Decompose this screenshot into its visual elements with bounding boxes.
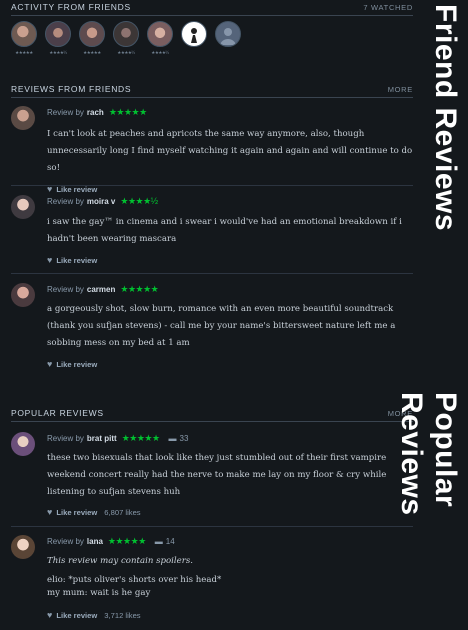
rating-stars: ★★★★½ — [151, 50, 169, 55]
friend-activity-item[interactable]: ★★★★½ — [45, 21, 71, 56]
rating-stars: ★★★★★ — [120, 283, 159, 294]
review-footer: ♥ Like review — [47, 359, 413, 369]
reviewer-name[interactable]: brat pitt — [87, 434, 117, 443]
review-by-label: Review by — [47, 196, 84, 206]
review-meta: Review by carmen ★★★★★ — [47, 283, 413, 295]
rating-stars: ★★★★½ — [120, 195, 158, 206]
rating-stars: ★★★★★ — [107, 535, 146, 546]
review-text: This review may contain spoilers. elio: … — [47, 553, 413, 600]
avatar[interactable] — [45, 21, 71, 47]
like-review-button[interactable]: Like review — [56, 256, 97, 265]
review-text: a gorgeously shot, slow burn, romance wi… — [47, 304, 396, 348]
friend-activity-item[interactable]: ★★★★½ — [147, 21, 173, 56]
comment-count[interactable]: 33 — [180, 434, 189, 443]
friend-reviews-more-link[interactable]: MORE — [388, 85, 413, 94]
review-item: Review by brat pitt ★★★★★ ▬ 33 these two… — [11, 432, 413, 527]
avatar[interactable] — [11, 535, 35, 559]
review-by-label: Review by — [47, 107, 84, 117]
review-by-label: Review by — [47, 536, 84, 546]
heart-icon[interactable]: ♥ — [47, 610, 52, 620]
reviewer-name[interactable]: moira v — [87, 197, 115, 206]
friend-activity-item[interactable] — [181, 21, 207, 56]
rating-stars: ★★★★★ — [15, 50, 33, 55]
review-item: Review by carmen ★★★★★ a gorgeously shot… — [11, 283, 413, 373]
heart-icon[interactable]: ♥ — [47, 507, 52, 517]
friend-reviews-header: REVIEWS FROM FRIENDS MORE — [11, 84, 413, 98]
comment-icon[interactable]: ▬ — [169, 434, 177, 443]
review-by-label: Review by — [47, 284, 84, 294]
like-review-button[interactable]: Like review — [56, 185, 97, 194]
popular-reviews-title: POPULAR REVIEWS — [11, 408, 104, 418]
watched-count[interactable]: 7 WATCHED — [363, 3, 413, 12]
review-line: my mum: wait is he gay — [47, 588, 151, 598]
like-count[interactable]: 3,712 likes — [104, 611, 140, 620]
avatar[interactable] — [79, 21, 105, 47]
activity-header: ACTIVITY FROM FRIENDS 7 WATCHED — [11, 2, 413, 16]
like-review-button[interactable]: Like review — [56, 611, 97, 620]
rating-stars: ★★★★½ — [117, 50, 135, 55]
review-text: i saw the gay™ in cinema and i swear i w… — [47, 217, 402, 244]
avatar[interactable] — [11, 283, 35, 307]
heart-icon[interactable]: ♥ — [47, 184, 52, 194]
popular-reviews-header: POPULAR REVIEWS MORE — [11, 408, 413, 422]
friend-activity-item[interactable]: ★★★★★ — [11, 21, 37, 56]
default-avatar-icon — [220, 28, 236, 45]
review-meta: Review by rach ★★★★★ — [47, 106, 413, 118]
review-footer: ♥ Like review — [47, 184, 413, 194]
comment-icon[interactable]: ▬ — [155, 537, 163, 546]
review-item: Review by rach ★★★★★ I can't look at pea… — [11, 106, 413, 194]
review-item: Review by moira v ★★★★½ i saw the gay™ i… — [11, 195, 413, 274]
avatar[interactable] — [11, 106, 35, 130]
review-by-label: Review by — [47, 433, 84, 443]
heart-icon[interactable]: ♥ — [47, 255, 52, 265]
reviewer-name[interactable]: rach — [87, 108, 104, 117]
spoiler-warning[interactable]: This review may contain spoilers. — [47, 553, 413, 570]
heart-icon[interactable]: ♥ — [47, 359, 52, 369]
friend-reviews-side-label: Friend Reviews — [429, 4, 462, 232]
activity-title: ACTIVITY FROM FRIENDS — [11, 2, 131, 12]
popular-reviews-side-label: Popular Reviews — [395, 392, 462, 516]
rating-stars: ★★★★★ — [83, 50, 101, 55]
avatar[interactable] — [11, 21, 37, 47]
review-footer: ♥ Like review — [47, 255, 413, 265]
like-count[interactable]: 6,807 likes — [104, 508, 140, 517]
friend-avatar-row: ★★★★★ ★★★★½ ★★★★★ ★★★★½ ★★★★½ — [11, 21, 241, 56]
review-text: these two bisexuals that look like they … — [47, 453, 387, 497]
avatar[interactable] — [215, 21, 241, 47]
avatar[interactable] — [11, 432, 35, 456]
like-review-button[interactable]: Like review — [56, 360, 97, 369]
rating-stars: ★★★★★ — [108, 106, 147, 117]
reviewer-name[interactable]: lana — [87, 537, 103, 546]
avatar[interactable] — [113, 21, 139, 47]
reviewer-name[interactable]: carmen — [87, 285, 115, 294]
friend-activity-item[interactable] — [215, 21, 241, 56]
review-meta: Review by brat pitt ★★★★★ ▬ 33 — [47, 432, 413, 444]
review-feed: ACTIVITY FROM FRIENDS 7 WATCHED ★★★★★ ★★… — [0, 0, 420, 630]
review-footer: ♥ Like review 6,807 likes — [47, 507, 413, 517]
friend-reviews-title: REVIEWS FROM FRIENDS — [11, 84, 132, 94]
rating-stars: ★★★★½ — [49, 50, 67, 55]
like-review-button[interactable]: Like review — [56, 508, 97, 517]
friend-activity-item[interactable]: ★★★★½ — [113, 21, 139, 56]
review-item: Review by lana ★★★★★ ▬ 14 This review ma… — [11, 535, 413, 630]
review-meta: Review by lana ★★★★★ ▬ 14 — [47, 535, 413, 547]
comment-count[interactable]: 14 — [166, 537, 175, 546]
avatar[interactable] — [181, 21, 207, 47]
friend-activity-item[interactable]: ★★★★★ — [79, 21, 105, 56]
review-footer: ♥ Like review 3,712 likes — [47, 610, 413, 620]
review-meta: Review by moira v ★★★★½ — [47, 195, 413, 207]
silhouette-icon — [191, 28, 197, 43]
rating-stars: ★★★★★ — [121, 432, 160, 443]
review-text: I can't look at peaches and apricots the… — [47, 129, 413, 173]
avatar[interactable] — [147, 21, 173, 47]
avatar[interactable] — [11, 195, 35, 219]
review-line: elio: *puts oliver's shorts over his hea… — [47, 575, 222, 585]
